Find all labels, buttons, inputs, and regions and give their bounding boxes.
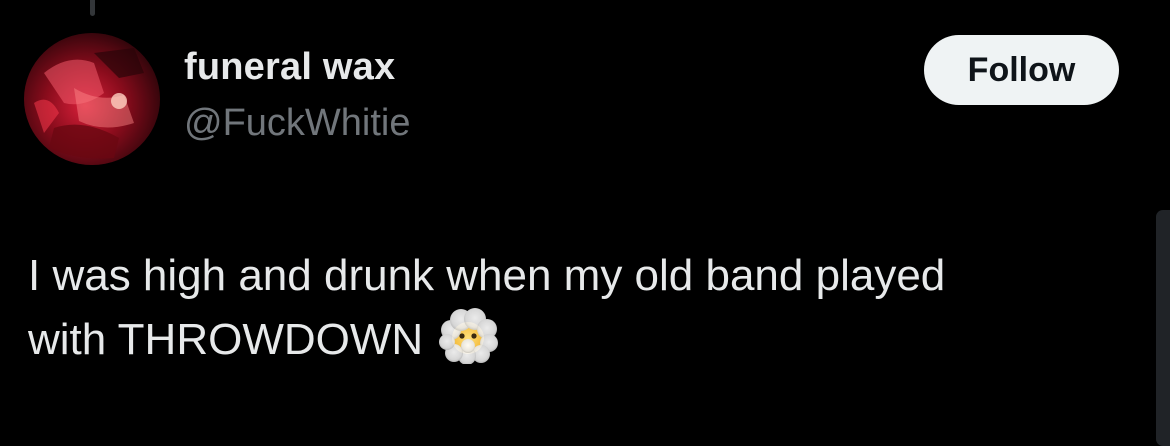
scrollbar[interactable] [1156, 210, 1170, 446]
follow-button[interactable]: Follow [924, 35, 1119, 105]
tweet-text-line-2: with THROWDOWN [28, 315, 424, 364]
tweet-text: I was high and drunk when my old band pl… [28, 244, 1138, 372]
author-display-name[interactable]: funeral wax [184, 46, 395, 89]
avatar[interactable] [24, 33, 160, 165]
face-in-clouds-emoji-icon [437, 308, 499, 365]
band-photo-avatar-icon [24, 33, 160, 165]
thread-connector-line [90, 0, 95, 16]
author-handle[interactable]: @FuckWhitie [184, 102, 411, 145]
tweet-text-line-1: I was high and drunk when my old band pl… [28, 251, 946, 300]
